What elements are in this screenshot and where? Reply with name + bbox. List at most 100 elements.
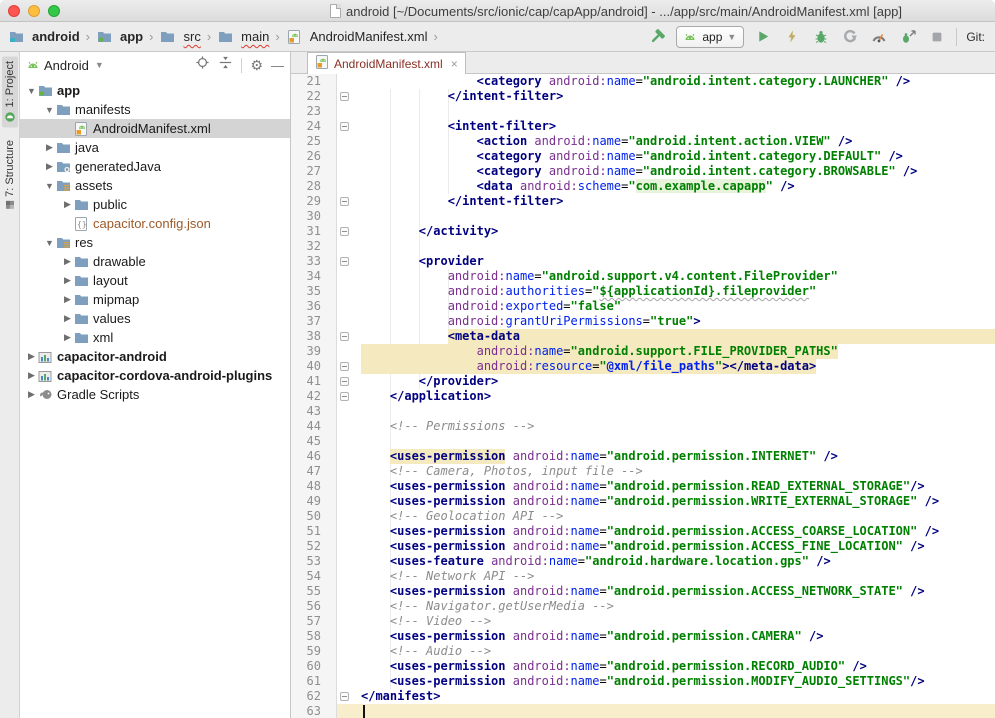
- expand-arrow-open-icon[interactable]: ▼: [44, 105, 55, 115]
- apply-changes-icon[interactable]: [782, 27, 802, 47]
- tree-item-layout[interactable]: ▶layout: [20, 271, 290, 290]
- run-icon[interactable]: [753, 27, 773, 47]
- expand-arrow-closed-icon[interactable]: ▶: [62, 294, 73, 305]
- tree-item-public[interactable]: ▶public: [20, 195, 290, 214]
- code-line-22[interactable]: </intent-filter>: [357, 89, 995, 104]
- code-line-35[interactable]: android:authorities="${applicationId}.fi…: [357, 284, 995, 299]
- code-line-36[interactable]: android:exported="false": [357, 299, 995, 314]
- fold-marker-icon[interactable]: [340, 332, 349, 341]
- fold-marker-icon[interactable]: [340, 92, 349, 101]
- code-line-45[interactable]: [357, 434, 995, 449]
- fold-marker-icon[interactable]: [340, 197, 349, 206]
- expand-arrow-closed-icon[interactable]: ▶: [26, 389, 37, 400]
- code-line-27[interactable]: <category android:name="android.intent.c…: [357, 164, 995, 179]
- code-editor[interactable]: 21 <category android:name="android.inten…: [291, 74, 995, 718]
- code-line-59[interactable]: <!-- Audio -->: [357, 644, 995, 659]
- code-line-40[interactable]: android:resource="@xml/file_paths"></met…: [357, 359, 995, 374]
- editor-tab-androidmanifest[interactable]: AndroidManifest.xml ×: [307, 52, 466, 74]
- close-button[interactable]: [8, 5, 20, 17]
- run-configuration-select[interactable]: app ▼: [676, 26, 744, 48]
- breadcrumb-item-main[interactable]: main: [215, 28, 271, 45]
- tree-item-capacitor-config-json[interactable]: {}capacitor.config.json: [20, 214, 290, 233]
- code-line-56[interactable]: <!-- Navigator.getUserMedia -->: [357, 599, 995, 614]
- expand-arrow-closed-icon[interactable]: ▶: [62, 199, 73, 210]
- fold-marker-icon[interactable]: [340, 257, 349, 266]
- code-line-44[interactable]: <!-- Permissions -->: [357, 419, 995, 434]
- tree-item-androidmanifest-xml[interactable]: AndroidManifest.xml: [20, 119, 290, 138]
- expand-arrow-closed-icon[interactable]: ▶: [44, 142, 55, 153]
- fold-marker-icon[interactable]: [340, 227, 349, 236]
- expand-arrow-closed-icon[interactable]: ▶: [62, 332, 73, 343]
- expand-arrow-open-icon[interactable]: ▼: [44, 181, 55, 191]
- code-line-29[interactable]: </intent-filter>: [357, 194, 995, 209]
- git-widget[interactable]: Git:: [966, 30, 985, 44]
- expand-arrow-closed-icon[interactable]: ▶: [62, 313, 73, 324]
- gear-icon[interactable]: ⚙: [250, 58, 263, 72]
- tree-item-capacitor-android[interactable]: ▶capacitor-android: [20, 347, 290, 366]
- code-line-52[interactable]: <uses-permission android:name="android.p…: [357, 539, 995, 554]
- code-line-38[interactable]: <meta-data: [357, 329, 995, 344]
- close-tab-icon[interactable]: ×: [451, 57, 458, 71]
- tree-item-assets[interactable]: ▼assets: [20, 176, 290, 195]
- stop-icon[interactable]: [927, 27, 947, 47]
- expand-arrow-closed-icon[interactable]: ▶: [44, 161, 55, 172]
- code-line-63[interactable]: [357, 704, 995, 718]
- fold-marker-icon[interactable]: [340, 122, 349, 131]
- collapse-all-icon[interactable]: [218, 55, 233, 75]
- code-line-51[interactable]: <uses-permission android:name="android.p…: [357, 524, 995, 539]
- code-line-33[interactable]: <provider: [357, 254, 995, 269]
- fold-marker-icon[interactable]: [340, 692, 349, 701]
- code-line-49[interactable]: <uses-permission android:name="android.p…: [357, 494, 995, 509]
- code-line-23[interactable]: [357, 104, 995, 119]
- expand-arrow-open-icon[interactable]: ▼: [44, 238, 55, 248]
- tree-item-app[interactable]: ▼app: [20, 81, 290, 100]
- expand-arrow-closed-icon[interactable]: ▶: [62, 275, 73, 286]
- breadcrumb-item-src[interactable]: src: [157, 28, 202, 45]
- code-line-48[interactable]: <uses-permission android:name="android.p…: [357, 479, 995, 494]
- code-line-26[interactable]: <category android:name="android.intent.c…: [357, 149, 995, 164]
- breadcrumb-item-app[interactable]: app: [94, 28, 145, 45]
- code-line-58[interactable]: <uses-permission android:name="android.p…: [357, 629, 995, 644]
- build-hammer-icon[interactable]: [647, 27, 667, 47]
- breadcrumb-item-androidmanifest.xml[interactable]: AndroidManifest.xml: [284, 28, 430, 45]
- code-line-32[interactable]: [357, 239, 995, 254]
- code-line-46[interactable]: <uses-permission android:name="android.p…: [357, 449, 995, 464]
- code-line-47[interactable]: <!-- Camera, Photos, input file -->: [357, 464, 995, 479]
- code-line-24[interactable]: <intent-filter>: [357, 119, 995, 134]
- tree-item-gradle-scripts[interactable]: ▶Gradle Scripts: [20, 385, 290, 404]
- code-line-21[interactable]: <category android:name="android.intent.c…: [357, 74, 995, 89]
- code-line-60[interactable]: <uses-permission android:name="android.p…: [357, 659, 995, 674]
- expand-arrow-closed-icon[interactable]: ▶: [26, 351, 37, 362]
- code-line-41[interactable]: </provider>: [357, 374, 995, 389]
- tree-item-xml[interactable]: ▶xml: [20, 328, 290, 347]
- tree-item-capacitor-cordova-android-plugins[interactable]: ▶capacitor-cordova-android-plugins: [20, 366, 290, 385]
- attach-debugger-icon[interactable]: [898, 27, 918, 47]
- tree-item-drawable[interactable]: ▶drawable: [20, 252, 290, 271]
- code-line-28[interactable]: <data android:scheme="com.example.capapp…: [357, 179, 995, 194]
- fold-marker-icon[interactable]: [340, 377, 349, 386]
- tree-item-manifests[interactable]: ▼manifests: [20, 100, 290, 119]
- expand-arrow-open-icon[interactable]: ▼: [26, 86, 37, 96]
- zoom-button[interactable]: [48, 5, 60, 17]
- coverage-icon[interactable]: [840, 27, 860, 47]
- expand-arrow-closed-icon[interactable]: ▶: [26, 370, 37, 381]
- code-line-30[interactable]: [357, 209, 995, 224]
- code-line-55[interactable]: <uses-permission android:name="android.p…: [357, 584, 995, 599]
- tree-item-res[interactable]: ▼res: [20, 233, 290, 252]
- code-line-34[interactable]: android:name="android.support.v4.content…: [357, 269, 995, 284]
- minimize-button[interactable]: [28, 5, 40, 17]
- code-line-31[interactable]: </activity>: [357, 224, 995, 239]
- debug-icon[interactable]: [811, 27, 831, 47]
- tree-item-java[interactable]: ▶java: [20, 138, 290, 157]
- project-view-selector[interactable]: Android: [44, 58, 89, 73]
- locate-file-icon[interactable]: [195, 55, 210, 75]
- code-line-61[interactable]: <uses-permission android:name="android.p…: [357, 674, 995, 689]
- fold-marker-icon[interactable]: [340, 392, 349, 401]
- code-line-50[interactable]: <!-- Geolocation API -->: [357, 509, 995, 524]
- code-line-39[interactable]: android:name="android.support.FILE_PROVI…: [357, 344, 995, 359]
- breadcrumb-item-android[interactable]: android: [6, 28, 82, 45]
- code-line-43[interactable]: [357, 404, 995, 419]
- code-line-57[interactable]: <!-- Video -->: [357, 614, 995, 629]
- expand-arrow-closed-icon[interactable]: ▶: [62, 256, 73, 267]
- code-line-42[interactable]: </application>: [357, 389, 995, 404]
